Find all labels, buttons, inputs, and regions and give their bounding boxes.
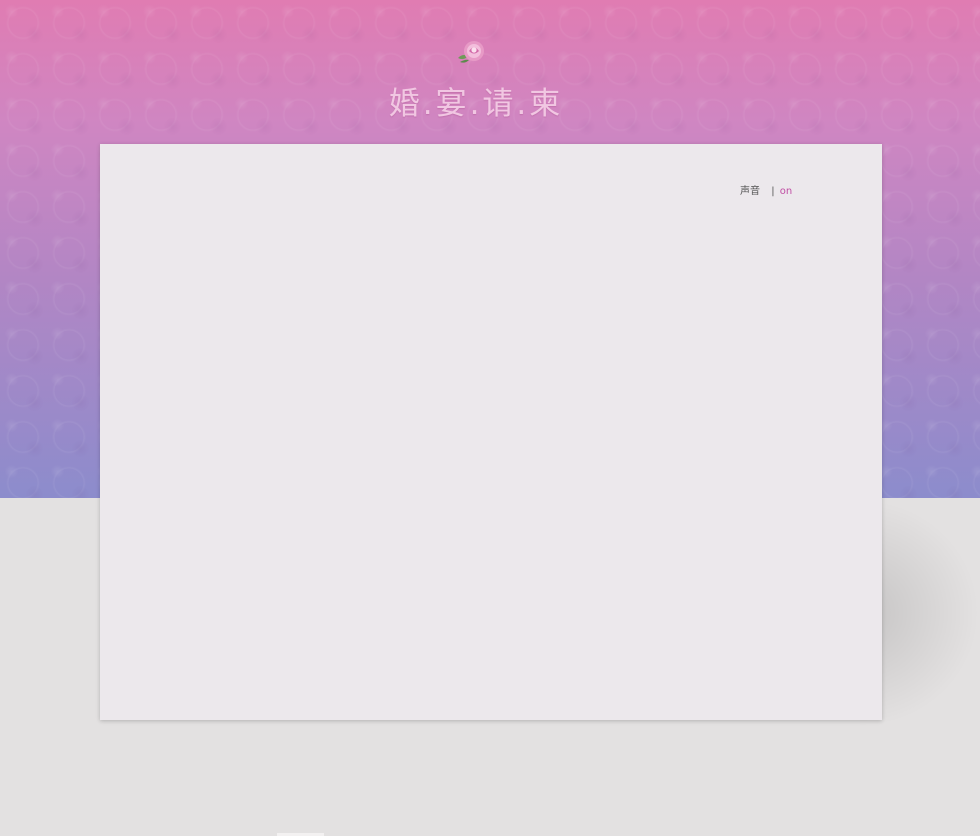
rose-icon [458, 41, 484, 63]
sound-on-toggle[interactable]: on [780, 186, 792, 197]
sound-toggle: 声音 | on [740, 184, 792, 200]
sound-separator: | [771, 186, 775, 197]
sound-label: 声音 [740, 186, 760, 197]
page-title: 婚.宴.请.柬 [388, 86, 564, 122]
invitation-card: 声音 | on [100, 144, 882, 720]
